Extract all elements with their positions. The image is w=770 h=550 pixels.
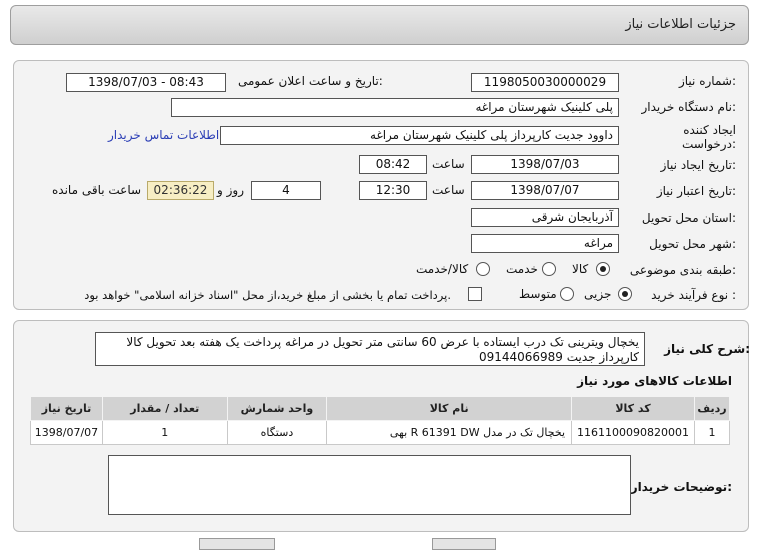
process-option-medium: متوسط: [519, 287, 557, 301]
category-radio-goods-service[interactable]: [476, 262, 490, 276]
province-label: استان محل تحویل:: [641, 211, 736, 225]
need-number-field: 1198050030000029: [471, 73, 619, 92]
created-time-label: ساعت: [432, 157, 465, 171]
validity-date-field: 1398/07/07: [471, 181, 619, 200]
category-option-service: خدمت: [506, 262, 538, 276]
buyer-notes-label: توضیحات خریدار:: [630, 480, 732, 494]
created-date-field: 1398/07/03: [471, 155, 619, 174]
creator-field: داوود جدیت کارپرداز پلی کلینیک شهرستان م…: [220, 126, 619, 145]
process-radio-medium[interactable]: [560, 287, 574, 301]
items-table-header: تاریخ نیاز تعداد / مقدار واحد شمارش نام …: [30, 396, 731, 421]
col-item-name: نام کالا: [326, 396, 573, 421]
items-section-title: اطلاعات کالاهای مورد نیاز: [577, 374, 732, 388]
created-date-label: تاریخ ایجاد نیاز:: [660, 158, 736, 172]
buyer-notes-box: [108, 455, 631, 515]
contact-info-link[interactable]: اطلاعات تماس خریدار: [108, 128, 219, 142]
page-header: جزئیات اطلاعات نیاز: [10, 5, 749, 45]
summary-text: یخچال ویترینی تک درب ایستاده با عرض 60 س…: [95, 332, 645, 366]
cell-item-code: 1161100090820001: [571, 420, 695, 445]
city-field: مراغه: [471, 234, 619, 253]
cell-row: 1: [693, 420, 731, 445]
page-title: جزئیات اطلاعات نیاز: [625, 17, 736, 32]
col-item-code: کد کالا: [571, 396, 695, 421]
validity-date-label: تاریخ اعتبار نیاز:: [656, 184, 736, 198]
remaining-label: ساعت باقی مانده: [52, 183, 142, 197]
need-number-label: شماره نیاز:: [678, 74, 736, 88]
process-label: نوع فرآیند خرید :: [651, 288, 736, 302]
announce-field: 1398/07/03 - 08:43: [66, 73, 226, 92]
remaining-time-badge: 02:36:22: [147, 181, 214, 200]
summary-label: شرح کلی نیاز:: [664, 342, 750, 356]
province-field: آذربایجان شرقی: [471, 208, 619, 227]
days-label: روز و: [217, 183, 244, 197]
buyer-org-label: نام دستگاه خریدار:: [641, 100, 737, 114]
category-label: طبقه بندی موضوعی:: [629, 263, 736, 277]
col-unit: واحد شمارش: [226, 396, 328, 421]
category-radio-goods[interactable]: [596, 262, 610, 276]
col-row: ردیف: [693, 396, 731, 421]
city-label: شهر محل تحویل:: [649, 237, 736, 251]
created-time-field: 08:42: [359, 155, 427, 174]
treasury-payment-note: پرداخت تمام یا بخشی از مبلغ خرید،از محل …: [84, 288, 451, 302]
category-radio-service[interactable]: [542, 262, 556, 276]
validity-time-label: ساعت: [432, 183, 465, 197]
cell-item-name: یخچال تک در مدل R 61391 DW بهی: [326, 420, 573, 445]
process-radio-minor[interactable]: [618, 287, 632, 301]
validity-time-field: 12:30: [359, 181, 427, 200]
items-table: تاریخ نیاز تعداد / مقدار واحد شمارش نام …: [30, 396, 731, 445]
days-field: 4: [251, 181, 321, 200]
table-row: 1398/07/07 1 دستگاه یخچال تک در مدل R 61…: [30, 420, 731, 445]
category-option-goods-service: کالا/خدمت: [416, 262, 469, 276]
creator-label: ایجاد کننده درخواست:: [682, 123, 736, 151]
category-option-goods: کالا: [572, 262, 589, 276]
need-info-panel: شماره نیاز: 1198050030000029 تاریخ و ساع…: [13, 60, 749, 310]
cell-need-date: 1398/07/07: [30, 420, 103, 445]
process-option-minor: جزیی: [584, 287, 612, 301]
announce-label: تاریخ و ساعت اعلان عمومی:: [238, 74, 383, 88]
cell-quantity: 1: [101, 420, 228, 445]
footer-button-left[interactable]: [199, 538, 275, 550]
col-need-date: تاریخ نیاز: [30, 396, 103, 421]
buyer-org-field: پلی کلینیک شهرستان مراغه: [171, 98, 619, 117]
treasury-payment-checkbox[interactable]: [468, 287, 482, 301]
col-quantity: تعداد / مقدار: [101, 396, 228, 421]
cell-unit: دستگاه: [226, 420, 328, 445]
footer-button-right[interactable]: [432, 538, 496, 550]
